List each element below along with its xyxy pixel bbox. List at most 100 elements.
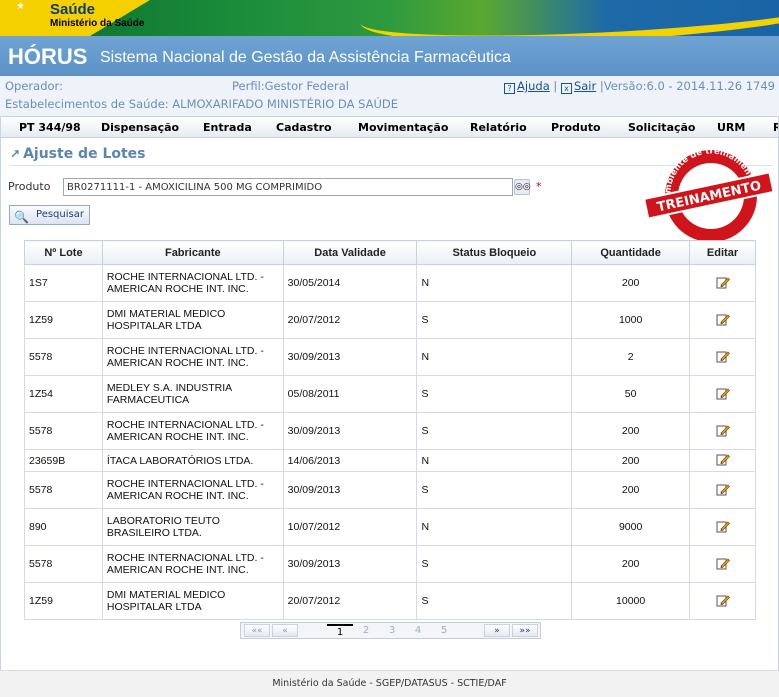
fabricante-line2: AMERICAN ROCHE INT. INC. [106, 564, 249, 576]
first-page-button[interactable]: «« [244, 624, 270, 637]
cell-quantidade: 200 [571, 264, 691, 302]
app-title-bar: HÓRUS Sistema Nacional de Gestão da Assi… [0, 36, 779, 76]
cell-validade: 30/09/2013 [282, 338, 418, 376]
exit-icon[interactable]: x [560, 83, 572, 94]
edit-icon[interactable] [716, 312, 730, 326]
fabricante-line2: BRASILEIRO LTDA. [106, 527, 202, 539]
edit-icon[interactable] [716, 482, 730, 496]
brand-title: Saúde [50, 1, 96, 18]
table-row: 5578 ROCHE INTERNACIONAL LTD. - AMERICAN R… [24, 471, 756, 509]
cell-lote: 5578 [24, 338, 103, 376]
cell-lote: 1Z59 [24, 582, 103, 620]
cell-lote: 5578 [24, 412, 103, 450]
cell-status: S [416, 375, 573, 413]
cell-lote: 890 [24, 508, 103, 546]
fabricante-line2: FARMACEUTICA [106, 394, 190, 406]
brand-subtitle: Ministério da Saúde [50, 18, 145, 29]
cell-fabricante: ROCHE INTERNACIONAL LTD. - AMERICAN ROCHE… [101, 338, 284, 376]
edit-icon[interactable] [716, 386, 730, 400]
edit-icon[interactable] [716, 275, 730, 289]
next-page-button[interactable]: » [484, 624, 510, 637]
table-row: 5578 ROCHE INTERNACIONAL LTD. - AMERICAN R… [24, 545, 756, 583]
app-name: HÓRUS [8, 44, 88, 69]
cell-quantidade: 2 [571, 338, 691, 376]
menu-item-cadastro[interactable]: Cadastro [276, 121, 332, 134]
col-quantidade[interactable]: Quantidade [571, 240, 691, 265]
fabricante-line1: ROCHE INTERNACIONAL LTD. - [106, 345, 264, 357]
cell-quantidade: 10000 [571, 582, 691, 620]
cell-editar [689, 471, 756, 509]
cell-status: S [416, 471, 573, 509]
cell-lote: 5578 [24, 471, 103, 509]
col-validade[interactable]: Data Validade [282, 240, 418, 265]
page-number[interactable]: 5 [431, 624, 457, 637]
cell-fabricante: LABORATORIO TEUTO BRASILEIRO LTDA. [101, 508, 284, 546]
lots-table: Nº Lote Fabricante Data Validade Status … [24, 240, 756, 620]
edit-icon[interactable] [716, 519, 730, 533]
cell-validade: 30/09/2013 [282, 545, 418, 583]
page-number[interactable]: 2 [353, 624, 379, 637]
col-lote[interactable]: Nº Lote [24, 240, 103, 265]
table-row: 5578 ROCHE INTERNACIONAL LTD. - AMERICAN R… [24, 412, 756, 450]
page-number[interactable]: 4 [405, 624, 431, 637]
menu-item-pt344[interactable]: PT 344/98 [19, 121, 81, 134]
edit-icon[interactable] [716, 423, 730, 437]
col-fabricante[interactable]: Fabricante [101, 240, 284, 265]
table-row: 1Z59 DMI MATERIAL MEDICO HOSPITALAR LTDA 20… [24, 301, 756, 339]
cell-fabricante: ROCHE INTERNACIONAL LTD. - AMERICAN ROCHE… [101, 545, 284, 583]
edit-icon[interactable] [716, 452, 730, 466]
fabricante-line2: AMERICAN ROCHE INT. INC. [106, 283, 249, 295]
product-input[interactable] [63, 178, 513, 196]
search-button[interactable]: 🔍 Pesquisar [9, 205, 90, 225]
menu-item-solicitacao[interactable]: Solicitação [628, 121, 696, 134]
page-footer: Ministério da Saúde - SGEP/DATASUS - SCT… [0, 670, 779, 697]
fabricante-line1: MEDLEY S.A. INDUSTRIA [106, 382, 233, 394]
col-status[interactable]: Status Bloqueio [416, 240, 573, 265]
menu-item-movimentacao[interactable]: Movimentação [358, 121, 448, 134]
cell-quantidade: 200 [571, 545, 691, 583]
cell-fabricante: ROCHE INTERNACIONAL LTD. - AMERICAN ROCHE… [101, 264, 284, 302]
cell-editar [689, 375, 756, 413]
page-number[interactable]: 1 [327, 624, 353, 638]
prev-page-button[interactable]: « [272, 624, 298, 637]
cell-quantidade: 200 [571, 412, 691, 450]
page-title: ↗ Ajuste de Lotes [10, 146, 146, 162]
cell-fabricante: MEDLEY S.A. INDUSTRIA FARMACEUTICA [101, 375, 284, 413]
edit-icon[interactable] [716, 349, 730, 363]
menu-item-entrada[interactable]: Entrada [203, 121, 252, 134]
page-number[interactable]: 3 [379, 624, 405, 637]
menu-item-relatorio[interactable]: Relatório [470, 121, 527, 134]
cell-lote: 5578 [24, 545, 103, 583]
cell-editar [689, 582, 756, 620]
fabricante-line1: ROCHE INTERNACIONAL LTD. - [106, 419, 264, 431]
help-link[interactable]: Ajuda [517, 79, 550, 93]
menu-item-dispensacao[interactable]: Dispensação [101, 121, 179, 134]
cell-editar [689, 412, 756, 450]
cell-quantidade: 1000 [571, 301, 691, 339]
menu-item-produto[interactable]: Produto [551, 121, 601, 134]
edit-icon[interactable] [716, 593, 730, 607]
arrow-icon: ↗ [10, 147, 21, 161]
col-editar: Editar [689, 240, 756, 265]
logout-link[interactable]: Sair [574, 79, 596, 93]
top-banner: ★ Saúde Ministério da Saúde [0, 0, 779, 36]
help-icon[interactable]: ? [504, 83, 516, 94]
cell-status: S [416, 545, 573, 583]
cell-quantidade: 200 [571, 471, 691, 509]
fabricante-line1: ROCHE INTERNACIONAL LTD. - [106, 271, 264, 283]
table-row: 1Z54 MEDLEY S.A. INDUSTRIA FARMACEUTICA 05/… [24, 375, 756, 413]
edit-icon[interactable] [716, 556, 730, 570]
cell-status: N [416, 264, 573, 302]
last-page-button[interactable]: »» [512, 624, 538, 637]
fabricante-line1: DMI MATERIAL MEDICO [106, 308, 226, 320]
operador-label: Operador: [5, 79, 63, 93]
search-icon: 🔍 [14, 210, 29, 224]
table-row: 23659B ÍTACA LABORATÓRIOS LTDA. 14/06/2013… [24, 449, 756, 472]
cell-validade: 30/09/2013 [282, 412, 418, 450]
binoculars-icon[interactable]: ◎◎ [514, 179, 531, 195]
fabricante-line2: AMERICAN ROCHE INT. INC. [106, 490, 249, 502]
menu-item-urm[interactable]: URM [717, 121, 745, 134]
cell-validade: 20/07/2012 [282, 582, 418, 620]
banner-swoosh [358, 0, 779, 36]
cell-editar [689, 338, 756, 376]
